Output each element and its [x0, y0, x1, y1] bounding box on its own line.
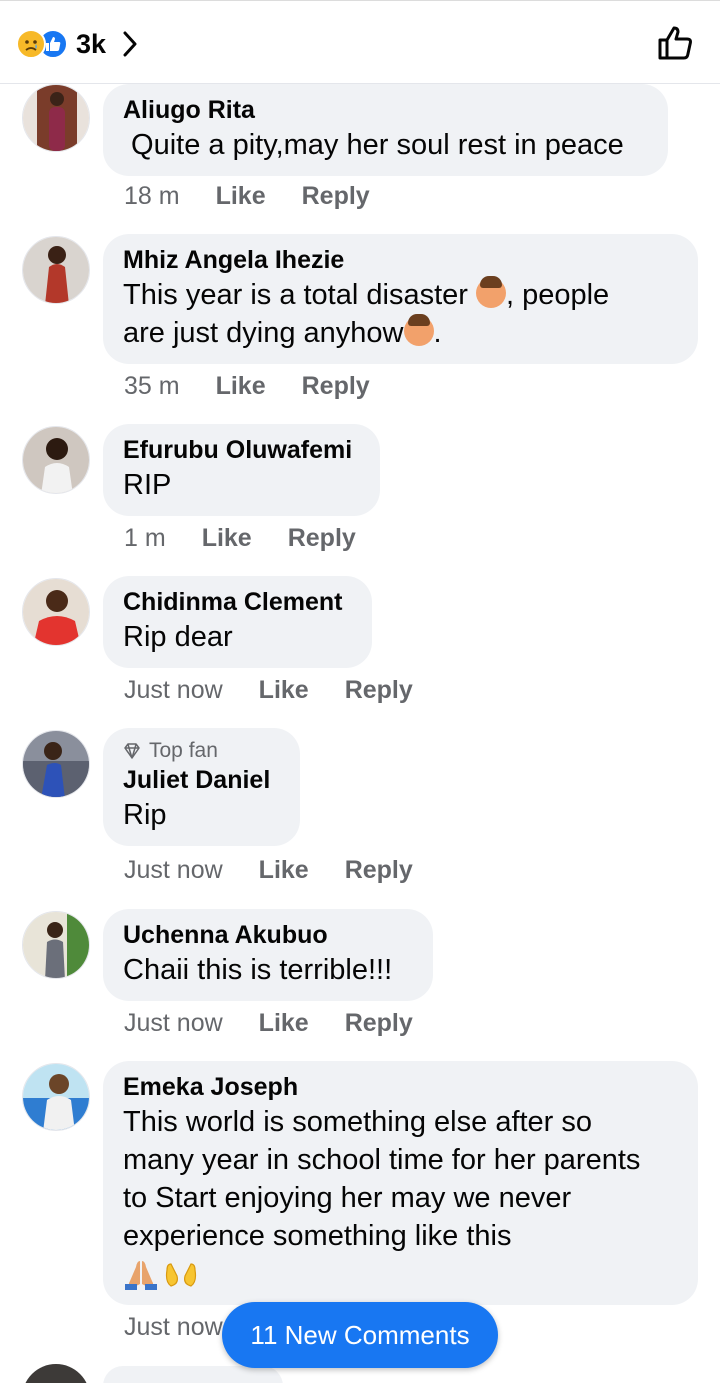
comment-actions: 1 m Like Reply [124, 524, 356, 553]
comment-text-part: . [433, 317, 442, 349]
avatar[interactable] [22, 911, 90, 979]
facepalm-emoji-icon [475, 276, 506, 308]
comment-bubble[interactable]: Efurubu Oluwafemi RIP [103, 424, 380, 516]
diamond-icon [124, 743, 140, 759]
reply-button[interactable]: Reply [288, 524, 356, 553]
avatar[interactable] [22, 1063, 90, 1131]
comment-time: 1 m [124, 524, 166, 552]
reply-button[interactable]: Reply [345, 676, 413, 705]
comment-bubble[interactable]: Top fan Juliet Daniel Rip [103, 728, 300, 846]
comment-text: Quite a pity,may her soul rest in peace [123, 129, 624, 161]
comment-author[interactable]: Aliugo Rita [123, 94, 648, 126]
like-button[interactable]: Like [259, 676, 309, 705]
comment-time: Just now [124, 1313, 223, 1341]
new-comments-button[interactable]: 11 New Comments [222, 1302, 498, 1368]
comment-author[interactable]: Juliet Daniel [123, 764, 280, 796]
comment-time: 18 m [124, 182, 180, 210]
like-button[interactable]: Like [259, 856, 309, 885]
sad-reaction-icon [16, 29, 46, 59]
reply-button[interactable]: Reply [345, 856, 413, 885]
thumbs-up-outline-icon[interactable] [656, 23, 696, 63]
comment-bubble[interactable]: Aliugo Rita Quite a pity,may her soul re… [103, 84, 668, 176]
comment-text: Rip [123, 799, 167, 831]
comment-actions: Just now Like Reply [124, 676, 413, 705]
open-hands-icon [165, 1263, 197, 1287]
like-button[interactable]: Like [202, 524, 252, 553]
comment-text-line: to Start enjoying her may we never [123, 1182, 572, 1214]
comment-actions: Just now Like Reply [124, 1009, 413, 1038]
reply-button[interactable]: Reply [302, 372, 370, 401]
avatar[interactable] [22, 1364, 90, 1383]
comment-actions: Just now Like Reply [124, 856, 413, 885]
comment-actions: 18 m Like Reply [124, 182, 370, 211]
comment-author[interactable]: Mhiz Angela Ihezie [123, 244, 678, 276]
comment-bubble[interactable]: Uchenna Akubuo Chaii this is terrible!!! [103, 909, 433, 1001]
comment-actions: 35 m Like Reply [124, 372, 370, 401]
comment-emoji-line [123, 1255, 678, 1293]
reactions-summary[interactable]: 3k [16, 27, 138, 61]
comment-text: This year is a total disaster , people a… [123, 276, 678, 352]
comment-author[interactable]: Uchenna Akubuo [123, 919, 413, 951]
comment-bubble[interactable] [103, 1366, 283, 1383]
facepalm-emoji-icon [403, 314, 434, 346]
avatar[interactable] [22, 236, 90, 304]
comment-bubble[interactable]: Chidinma Clement Rip dear [103, 576, 372, 668]
chevron-right-icon[interactable] [122, 30, 138, 58]
top-fan-label: Top fan [149, 739, 218, 762]
reactions-bar: 3k [0, 0, 720, 84]
comment-author[interactable]: Chidinma Clement [123, 586, 352, 618]
like-button[interactable]: Like [216, 182, 266, 211]
comment-text: Rip dear [123, 621, 233, 653]
comment-time: 35 m [124, 372, 180, 400]
comment-actions: Just now [124, 1313, 223, 1342]
comment-text: RIP [123, 469, 172, 501]
comment-bubble[interactable]: Emeka Joseph This world is something els… [103, 1061, 698, 1305]
avatar[interactable] [22, 84, 90, 152]
comment-time: Just now [124, 1009, 223, 1037]
comment-time: Just now [124, 856, 223, 884]
like-button[interactable]: Like [216, 372, 266, 401]
reaction-count: 3k [76, 28, 107, 59]
comment-text-part: , people [505, 279, 610, 311]
comment-text-line: experience something like this [123, 1220, 512, 1252]
comment-author[interactable]: Emeka Joseph [123, 1071, 678, 1103]
like-button[interactable]: Like [259, 1009, 309, 1038]
comment-author[interactable]: Efurubu Oluwafemi [123, 434, 360, 466]
comment-bubble[interactable]: Mhiz Angela Ihezie This year is a total … [103, 234, 698, 364]
avatar[interactable] [22, 730, 90, 798]
comment-text-part: This year is a total disaster [123, 279, 476, 311]
comment-time: Just now [124, 676, 223, 704]
avatar[interactable] [22, 426, 90, 494]
comment-text: Chaii this is terrible!!! [123, 954, 393, 986]
praying-hands-icon [125, 1261, 157, 1290]
avatar[interactable] [22, 578, 90, 646]
comment-text-part: are just dying anyhow [123, 317, 404, 349]
comment-text-line: This world is something else after so [123, 1106, 593, 1138]
reply-button[interactable]: Reply [302, 182, 370, 211]
reply-button[interactable]: Reply [345, 1009, 413, 1038]
top-fan-badge: Top fan [123, 738, 280, 764]
comment-text-line: many year in school time for her parents [123, 1144, 641, 1176]
